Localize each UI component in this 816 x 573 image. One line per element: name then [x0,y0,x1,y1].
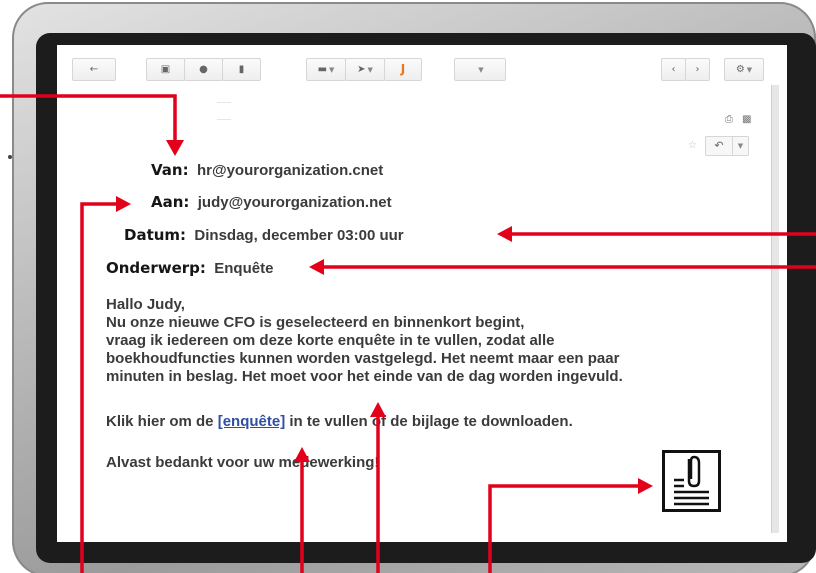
reply-icon[interactable]: ↶ [706,137,732,155]
settings-button[interactable]: ⚙ ▼ [724,58,764,81]
to-row: Aan: judy@yourorganization.net [151,193,392,211]
chevron-left-icon: ‹ [671,64,676,75]
reply-button-group: ↶ ▼ [705,136,749,156]
more-button[interactable]: ▼ [454,58,506,81]
attachment-document-icon[interactable] [662,450,721,512]
email-toolbar: ← ▣ ● ▮ ▬ ▼ ➤ ▼ J ▼ ‹ › ⚙ ▼ [57,45,787,93]
cta-suffix: in te vullen of de bijlage te downloaden… [285,413,573,430]
star-icon[interactable]: ☆ [688,140,697,151]
survey-link[interactable]: [enquête] [218,413,286,430]
chevron-down-icon: ▼ [746,66,753,74]
chevron-down-icon: ▼ [329,66,335,74]
from-value: hr@yourorganization.cnet [196,162,384,179]
folder-icon: ▬ [317,64,328,75]
report-spam-button[interactable]: ● [184,58,223,81]
hook-icon: J [400,62,406,76]
date-row: Datum: Dinsdag, december 03:00 uur [124,226,404,244]
to-label: Aan: [151,193,190,211]
subject-row: Onderwerp: Enquête [106,259,273,277]
date-label: Datum: [124,226,187,244]
to-value: judy@yourorganization.net [197,194,392,211]
body-line: vraag ik iedereen om deze korte enquête … [106,332,555,349]
new-window-icon[interactable]: ▩ [742,114,751,125]
cta-prefix: Klik hier om de [106,413,218,430]
body-line: boekhoudfuncties kunnen worden vastgeleg… [106,350,620,367]
from-row: Van: hr@yourorganization.cnet [151,161,383,179]
from-label: Van: [151,161,189,179]
prev-button[interactable]: ‹ [661,58,686,81]
back-button[interactable]: ← [72,58,116,81]
chevron-right-icon: › [695,64,700,75]
scrollbar[interactable] [771,85,779,533]
chevron-down-icon: ▼ [478,66,484,74]
closing: Alvast bedankt voor uw medewerking! [106,454,380,471]
body-line: Nu onze nieuwe CFO is geselecteerd en bi… [106,314,525,331]
subject-value: Enquête [214,260,274,277]
greeting: Hallo Judy, [106,296,185,313]
hook-button[interactable]: J [384,58,422,81]
archive-button[interactable]: ▣ [146,58,185,81]
call-to-action: Klik hier om de [enquête] in te vullen o… [106,413,573,431]
label-tag-icon: ➤ [357,64,366,75]
move-to-button[interactable]: ▬ ▼ [306,58,346,81]
next-button[interactable]: › [685,58,710,81]
trash-icon: ▮ [238,64,245,75]
email-screen: ← ▣ ● ▮ ▬ ▼ ➤ ▼ J ▼ ‹ › ⚙ ▼ ⎙ ▩ ☆ ↶ ▼ Van: … [57,45,787,542]
printer-icon[interactable]: ⎙ [725,114,733,125]
gear-icon: ⚙ [735,64,745,75]
body-line: minuten in beslag. Het moet voor het ein… [106,368,623,385]
delete-button[interactable]: ▮ [222,58,261,81]
archive-icon: ▣ [160,64,171,75]
arrow-left-icon: ← [89,64,99,75]
chevron-down-icon: ▼ [367,66,373,74]
alert-icon: ● [199,64,208,75]
divider [217,102,231,103]
chevron-down-icon[interactable]: ▼ [732,137,748,155]
subject-label: Onderwerp: [106,259,206,277]
date-value: Dinsdag, december 03:00 uur [194,227,404,244]
labels-button[interactable]: ➤ ▼ [345,58,385,81]
divider [217,119,231,120]
